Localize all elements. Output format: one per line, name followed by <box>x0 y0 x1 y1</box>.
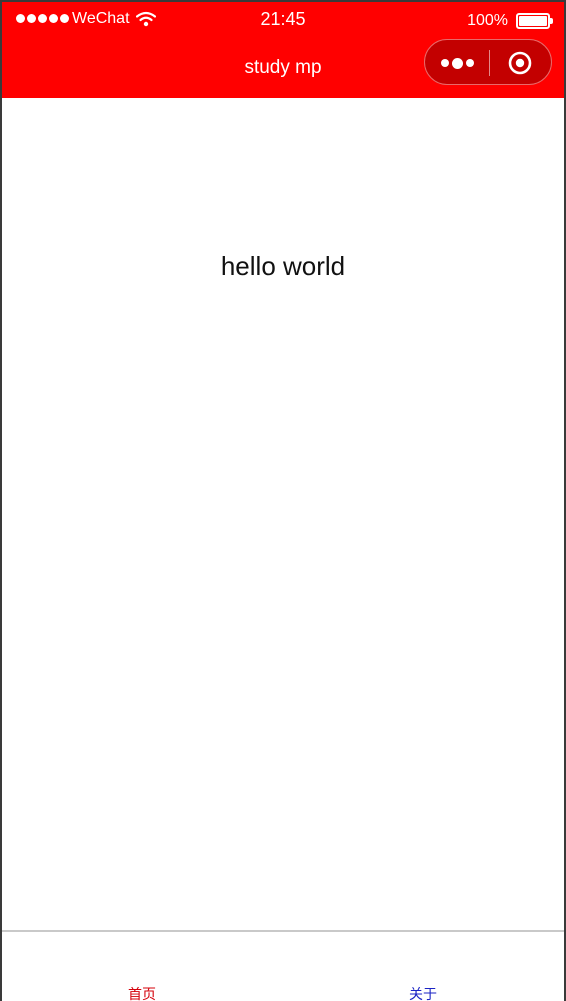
capsule-divider <box>489 50 490 76</box>
tab-about[interactable]: 关于 <box>363 984 483 1001</box>
menu-capsule <box>424 39 552 85</box>
header: WeChat 21:45 100% study mp <box>2 2 564 98</box>
page-content: hello world <box>2 98 564 930</box>
battery-fill <box>519 16 547 26</box>
more-dots-icon[interactable] <box>433 40 481 86</box>
target-close-icon[interactable] <box>508 51 532 75</box>
phone-frame: WeChat 21:45 100% study mp hello world 首… <box>0 0 566 1001</box>
tab-home[interactable]: 首页 <box>82 984 202 1001</box>
status-bar: WeChat 21:45 100% <box>2 2 564 36</box>
battery-percentage: 100% <box>467 12 508 29</box>
hello-text: hello world <box>220 251 346 281</box>
battery-icon <box>516 13 553 29</box>
tab-bar: 首页 关于 <box>2 930 564 1001</box>
